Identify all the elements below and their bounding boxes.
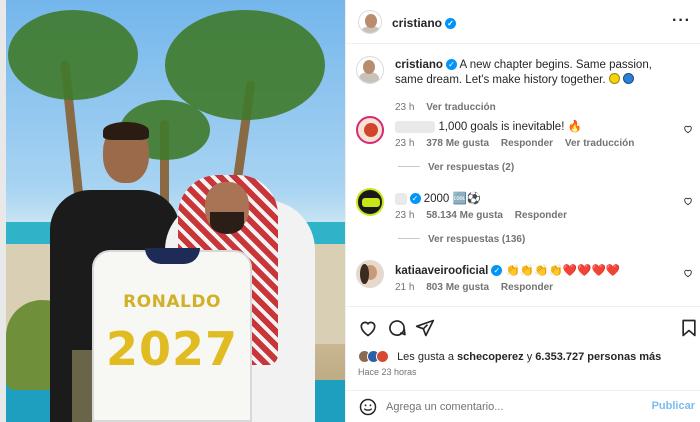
heart-icon[interactable] [683, 196, 693, 206]
comment-composer: Publicar [346, 390, 700, 422]
replies-divider [398, 166, 420, 167]
jersey-collar [145, 248, 200, 264]
comment-body: xxxxxxx 1,000 goals is inevitable! 🔥 [395, 120, 680, 135]
caption-time: 23 h [395, 102, 415, 113]
comment-reply-button[interactable]: Responder [501, 138, 553, 149]
comment-avatar[interactable] [356, 260, 384, 288]
heart-icon[interactable] [358, 318, 378, 338]
bookmark-icon[interactable] [679, 318, 699, 338]
post-time-ago: Hace 23 horas [358, 367, 417, 377]
comment-body: xx✓ 2000 🆒⚽ [395, 192, 680, 207]
author-username-text[interactable]: cristiano [392, 16, 442, 30]
replies-divider [398, 238, 420, 239]
comment-username-redacted: xxxxxxx [395, 121, 436, 133]
comment-input[interactable] [386, 397, 636, 417]
caption-translate-link[interactable]: Ver traducción [426, 102, 495, 113]
view-replies-label[interactable]: Ver respuestas (2) [428, 162, 514, 173]
comment-text: 👏👏👏👏❤️❤️❤️❤️ [505, 265, 621, 277]
liked-by-joiner: y [526, 351, 533, 363]
jersey-name: RONALDO [123, 292, 221, 312]
verified-icon: ✓ [409, 193, 421, 204]
likes-summary[interactable]: Les gusta a schecoperez y 6.353.727 pers… [358, 350, 661, 363]
comment-text: 2000 🆒⚽ [423, 193, 482, 205]
comment-text: 1,000 goals is inevitable! 🔥 [438, 121, 582, 133]
view-replies-label[interactable]: Ver respuestas (136) [428, 234, 525, 245]
verified-icon: ✓ [445, 59, 457, 70]
comment-likes[interactable]: 803 Me gusta [426, 282, 489, 293]
heart-icon[interactable] [683, 124, 693, 134]
author-avatar[interactable] [358, 10, 382, 34]
comment-reply-button[interactable]: Responder [501, 282, 553, 293]
caption-meta: 23 h Ver traducción [395, 102, 505, 113]
liker-avatar [376, 350, 389, 363]
more-icon[interactable]: ··· [672, 12, 691, 30]
liked-by-prefix: Les gusta a [397, 351, 454, 363]
comment-body: katiaaveirooficial ✓ 👏👏👏👏❤️❤️❤️❤️ [395, 264, 680, 279]
palm-leaves [165, 10, 325, 120]
author-username[interactable]: cristiano ✓ [392, 16, 457, 30]
person-right-beard [210, 212, 244, 234]
comment-time: 23 h [395, 138, 415, 149]
palm-leaves [8, 10, 138, 100]
post-panel: cristiano ✓ ··· cristiano ✓ A new chapter … [345, 0, 700, 422]
comment-time: 23 h [395, 210, 415, 221]
action-bar: Les gusta a schecoperez y 6.353.727 pers… [346, 306, 700, 390]
comment-translate-link[interactable]: Ver traducción [565, 138, 634, 149]
publish-button[interactable]: Publicar [652, 400, 695, 412]
comment-time: 21 h [395, 282, 415, 293]
comment-likes[interactable]: 378 Me gusta [426, 138, 489, 149]
comment-meta: 23 h 378 Me gusta Responder Ver traducci… [395, 138, 643, 149]
comment-username[interactable]: katiaaveirooficial [395, 265, 488, 277]
comment-username-redacted: xx [395, 193, 407, 205]
comments-list[interactable]: cristiano ✓ A new chapter begins. Same pa… [346, 44, 700, 306]
view-replies-button[interactable]: Ver respuestas (2) [398, 162, 514, 173]
comment-likes[interactable]: 58.134 Me gusta [426, 210, 503, 221]
jersey-number: 2027 [105, 322, 239, 376]
share-icon[interactable] [415, 318, 435, 338]
verified-icon: ✓ [445, 18, 457, 29]
blue-circle-icon [622, 73, 634, 84]
heart-icon[interactable] [683, 268, 693, 278]
view-replies-button[interactable]: Ver respuestas (136) [398, 234, 525, 245]
comment-icon[interactable] [387, 318, 407, 338]
person-left-hair [103, 122, 149, 140]
emoji-icon[interactable] [358, 397, 378, 417]
caption-username[interactable]: cristiano [395, 59, 443, 71]
liked-by-count[interactable]: 6.353.727 personas más [535, 351, 661, 363]
comment-meta: 21 h 803 Me gusta Responder [395, 282, 562, 293]
post-header: cristiano ✓ ··· [346, 0, 700, 44]
comment-reply-button[interactable]: Responder [515, 210, 567, 221]
liked-by-user[interactable]: schecoperez [457, 351, 524, 363]
verified-icon: ✓ [491, 265, 503, 276]
yellow-circle-icon [608, 73, 620, 84]
caption-body: cristiano ✓ A new chapter begins. Same pa… [395, 58, 680, 88]
post-photo[interactable]: RONALDO 2027 [0, 0, 345, 422]
comment-meta: 23 h 58.134 Me gusta Responder [395, 210, 576, 221]
comment-avatar[interactable] [356, 116, 384, 144]
caption-avatar[interactable] [356, 56, 384, 84]
comment-avatar[interactable] [356, 188, 384, 216]
